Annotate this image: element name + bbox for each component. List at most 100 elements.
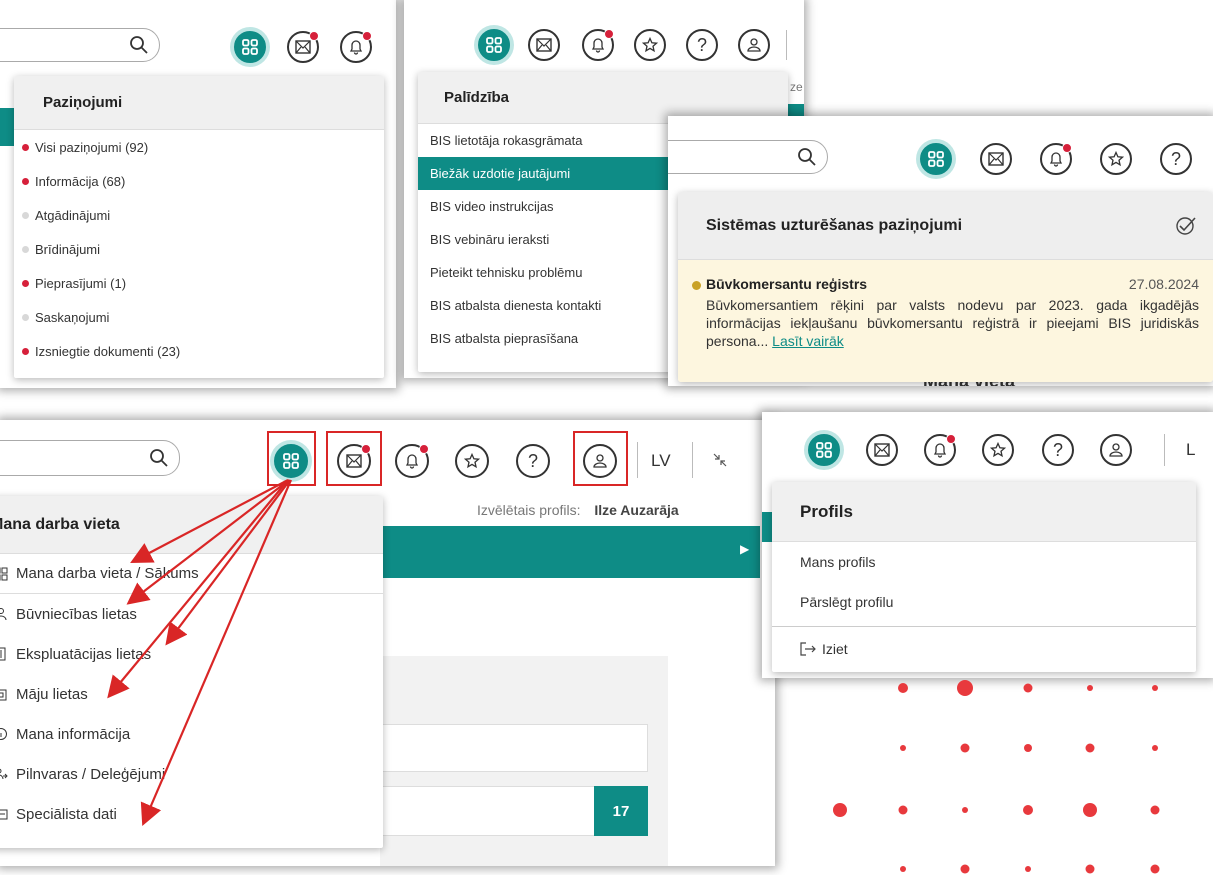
decorative-dot	[1150, 864, 1160, 874]
favorites-button[interactable]	[1100, 143, 1132, 175]
notification-filter-item[interactable]: Saskaņojumi	[14, 300, 384, 334]
bullet-icon	[22, 347, 29, 355]
profile-button[interactable]	[1100, 434, 1132, 466]
language-switch[interactable]: LV	[651, 451, 671, 471]
toolbar-divider	[1164, 434, 1165, 466]
workplace-menu-item[interactable]: Māju lietas	[0, 674, 383, 714]
profile-menu-item[interactable]: Mans profils	[772, 542, 1196, 582]
workplace-menu-item[interactable]: Pilnvaras / Deleģējumi	[0, 754, 383, 794]
profile-button[interactable]	[738, 29, 770, 61]
favorites-button[interactable]	[982, 434, 1014, 466]
notification-filter-item[interactable]: Brīdinājumi	[14, 232, 384, 266]
mail-icon	[988, 152, 1004, 166]
apps-grid-button[interactable]	[808, 434, 840, 466]
nav-arrow-icon[interactable]: ▶	[740, 542, 749, 556]
header-bar	[0, 108, 14, 146]
user-icon	[1109, 443, 1123, 457]
notification-filter-item[interactable]: Pieprasījumi (1)	[14, 266, 384, 300]
notification-filter-item[interactable]: Izsniegtie dokumenti (23)	[14, 334, 384, 368]
workplace-list: Mana darba vieta / Sākums Būvniecības lie…	[0, 554, 383, 834]
clipped-text: ze	[790, 80, 803, 94]
help-menu-label: BIS lietotāja rokasgrāmata	[430, 133, 583, 148]
notification-filter-label: Izsniegtie dokumenti (23)	[35, 343, 181, 359]
profile-button[interactable]	[583, 444, 617, 478]
apps-grid-button[interactable]	[274, 444, 308, 478]
workplace-menu-item[interactable]: Mana darba vieta / Sākums	[0, 554, 383, 594]
bell-icon	[405, 454, 419, 469]
menu-title: Paziņojumi	[14, 76, 384, 130]
messages-button[interactable]	[980, 143, 1012, 175]
collapse-icon[interactable]	[712, 452, 728, 468]
logout-item[interactable]: Iziet	[772, 631, 1196, 667]
help-button[interactable]: ?	[1042, 434, 1074, 466]
help-button[interactable]: ?	[686, 29, 718, 61]
apps-grid-button[interactable]	[478, 29, 510, 61]
maintenance-popover: Sistēmas uzturēšanas paziņojumi Būvkomer…	[678, 192, 1213, 382]
workplace-menu-item[interactable]: Mana informācija	[0, 714, 383, 754]
decorative-dot	[1152, 685, 1158, 691]
help-menu-label: BIS vebināru ieraksti	[430, 232, 550, 247]
workplace-menu-item[interactable]: Būvniecības lietas	[0, 594, 383, 634]
favorites-button[interactable]	[634, 29, 666, 61]
profile-menu-item[interactable]: Pārslēgt profilu	[772, 582, 1196, 622]
messages-button[interactable]	[866, 434, 898, 466]
item-date: 27.08.2024	[1128, 276, 1199, 292]
messages-button[interactable]	[287, 31, 319, 63]
apps-grid-button[interactable]	[234, 31, 266, 63]
workplace-menu-item[interactable]: Ekspluatācijas lietas	[0, 634, 383, 674]
house-icon	[0, 689, 7, 701]
language-switch[interactable]: L	[1186, 440, 1195, 460]
search-input[interactable]	[0, 28, 160, 62]
mark-all-read-icon[interactable]	[1175, 216, 1197, 236]
help-button[interactable]: ?	[1160, 143, 1192, 175]
decorative-dot	[1023, 683, 1033, 693]
profile-menu: Profils Mans profils Pārslēgt profilu Izi…	[772, 482, 1196, 672]
decorative-dot	[1085, 743, 1095, 753]
profile-menu-label: Mans profils	[800, 554, 876, 570]
grid-icon	[283, 453, 299, 469]
messages-button[interactable]	[337, 444, 371, 478]
workplace-menu-item[interactable]: Speciālista dati	[0, 794, 383, 834]
decorative-dot	[1150, 805, 1160, 815]
profile-panel: ? L Profils Mans profils Pārslēgt profilu…	[762, 412, 1213, 678]
unread-badge	[946, 434, 956, 444]
workplace-panel: ? LV Izvēlētais profils: Ilze Auzarāja ▶…	[0, 420, 775, 866]
decorative-dot	[1083, 803, 1097, 817]
search-input[interactable]	[0, 440, 180, 476]
toolbar-divider	[786, 30, 787, 60]
notification-filter-label: Pieprasījumi (1)	[35, 275, 127, 291]
decorative-dot	[1152, 745, 1158, 751]
building-icon	[0, 647, 6, 661]
workplace-menu-label: Ekspluatācijas lietas	[16, 645, 152, 663]
decorative-dot	[898, 683, 908, 693]
apps-grid-button[interactable]	[920, 143, 952, 175]
user-icon	[593, 454, 607, 468]
workplace-menu-label: Pilnvaras / Deleģējumi	[16, 765, 166, 783]
notification-filter-label: Brīdinājumi	[35, 241, 101, 257]
bullet-icon	[22, 177, 29, 185]
messages-button[interactable]	[528, 29, 560, 61]
item-head: Būvkomersantu reģistrs 27.08.2024	[706, 276, 1199, 292]
menu-title-text: Palīdzība	[444, 89, 510, 106]
notifications-button[interactable]	[395, 444, 429, 478]
search-icon	[798, 148, 816, 166]
notification-filter-item[interactable]: Visi paziņojumi (92)	[14, 130, 384, 164]
maintenance-panel: ? Mana vieta Sistēmas uzturēšanas paziņo…	[668, 116, 1213, 386]
read-more-link[interactable]: Lasīt vairāk	[772, 333, 844, 349]
notification-filter-item[interactable]: Informācija (68)	[14, 164, 384, 198]
decorative-dot	[900, 745, 906, 751]
notifications-panel: Paziņojumi Visi paziņojumi (92) Informāci…	[0, 0, 396, 388]
notifications-button[interactable]	[924, 434, 956, 466]
favorites-button[interactable]	[455, 444, 489, 478]
decorative-dot	[1024, 744, 1032, 752]
search-icon	[150, 449, 168, 467]
search-input[interactable]	[668, 140, 828, 174]
notifications-button[interactable]	[340, 31, 372, 63]
users-icon	[0, 768, 8, 780]
maintenance-item[interactable]: Būvkomersantu reģistrs 27.08.2024 Būvkom…	[678, 260, 1213, 382]
notifications-button[interactable]	[1040, 143, 1072, 175]
help-button[interactable]: ?	[516, 444, 550, 478]
menu-divider	[772, 626, 1196, 627]
notifications-button[interactable]	[582, 29, 614, 61]
notification-filter-item[interactable]: Atgādinājumi	[14, 198, 384, 232]
